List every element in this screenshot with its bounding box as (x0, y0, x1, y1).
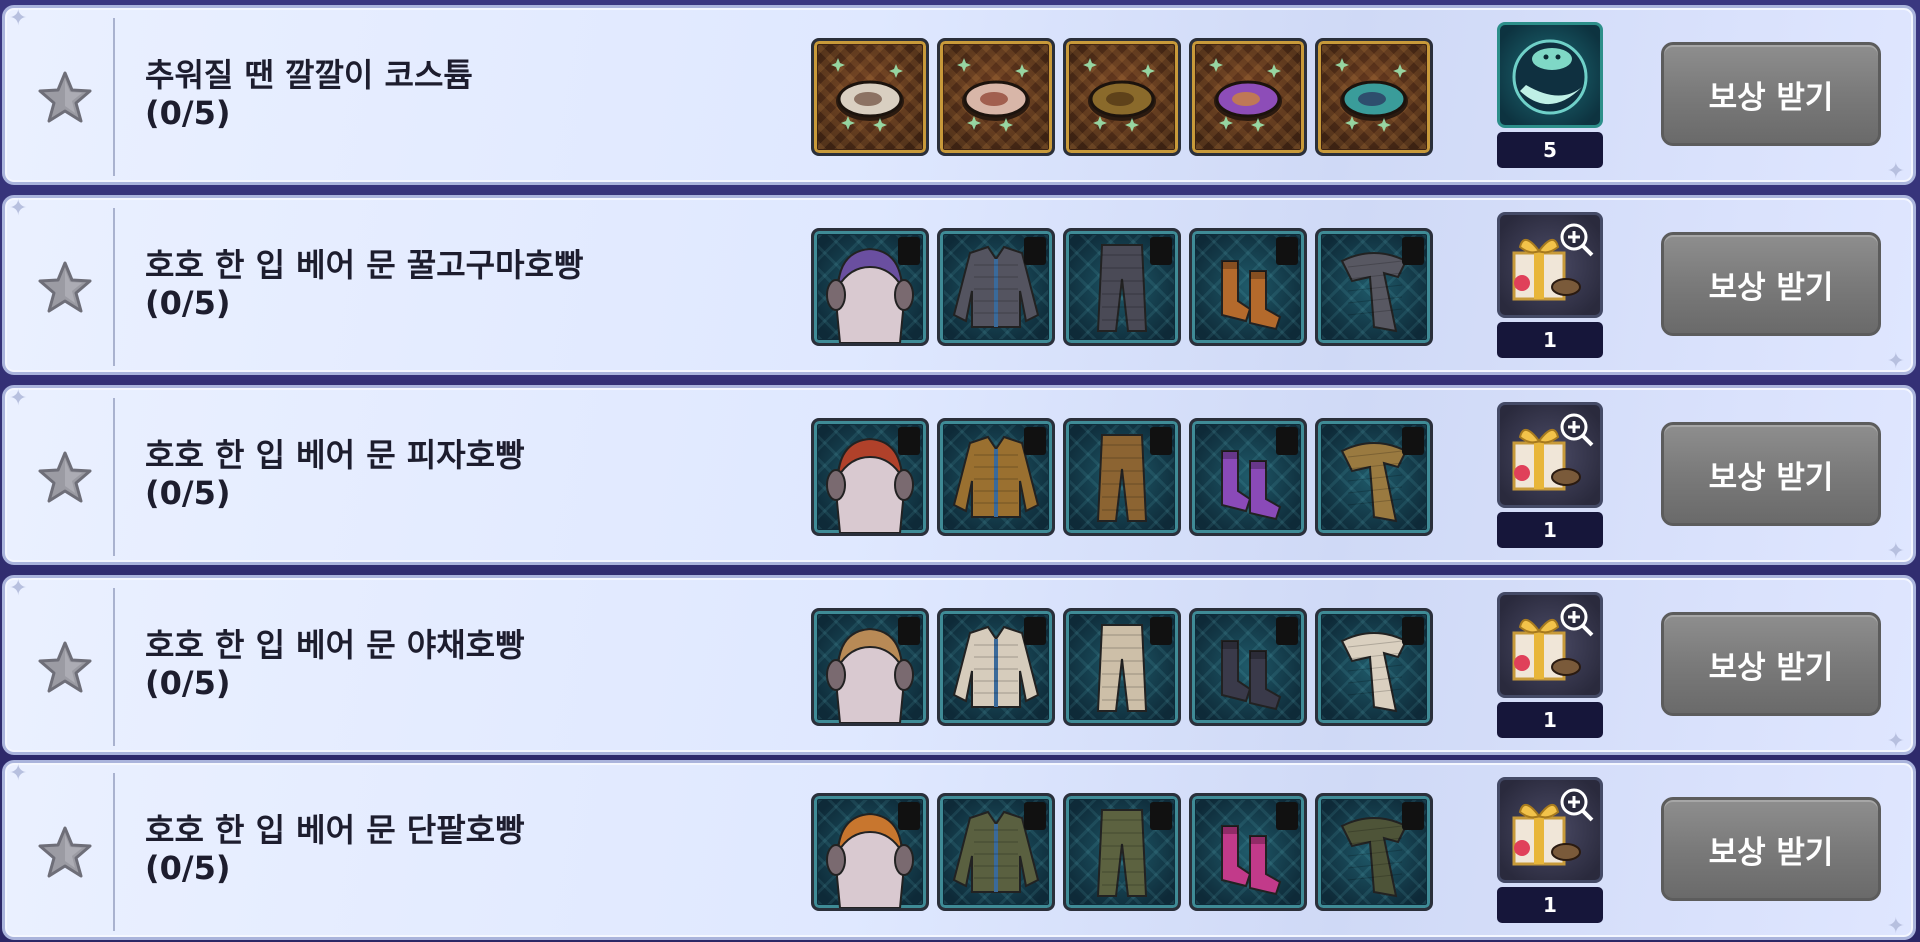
item-tag (1402, 617, 1424, 645)
divider (113, 588, 115, 746)
earmuff-hair-icon[interactable] (811, 228, 929, 346)
item-tag (1150, 802, 1172, 830)
item-tag (1276, 617, 1298, 645)
divider (113, 398, 115, 556)
progress-text: (0/5) (145, 94, 231, 132)
achievement-row: 호호 한 입 베어 문 야채호빵(0/5) 1 보상 받기 (2, 575, 1916, 755)
padded-jacket-icon[interactable] (937, 608, 1055, 726)
gift-box-zoom-icon[interactable] (1497, 402, 1603, 508)
item-tag (898, 802, 920, 830)
claim-reward-button[interactable]: 보상 받기 (1661, 232, 1881, 336)
divider (113, 773, 115, 931)
hobbang-sweet-potato-icon[interactable] (1063, 38, 1181, 156)
item-tag (1276, 802, 1298, 830)
item-tag (898, 427, 920, 455)
pet-cloud-creature-icon[interactable] (1497, 22, 1603, 128)
title-text: 호호 한 입 베어 문 야채호빵 (145, 626, 525, 664)
reward-count: 1 (1497, 512, 1603, 548)
item-tag (1402, 802, 1424, 830)
claim-reward-button[interactable]: 보상 받기 (1661, 422, 1881, 526)
achievement-title: 추워질 땐 깔깔이 코스튬(0/5) (145, 56, 473, 132)
socks-icon[interactable] (1189, 793, 1307, 911)
hobbang-red-bean-icon[interactable] (937, 38, 1055, 156)
quilted-scarf-icon[interactable] (1315, 418, 1433, 536)
progress-text: (0/5) (145, 284, 231, 322)
star-icon (35, 448, 95, 508)
reward-list: 추워질 땐 깔깔이 코스튬(0/5)5보상 받기호호 한 입 베어 문 꿀고구마… (0, 0, 1920, 942)
quilted-scarf-icon[interactable] (1315, 793, 1433, 911)
claim-reward-button[interactable]: 보상 받기 (1661, 42, 1881, 146)
reward-count: 5 (1497, 132, 1603, 168)
quilted-scarf-icon[interactable] (1315, 228, 1433, 346)
claim-reward-button[interactable]: 보상 받기 (1661, 797, 1881, 901)
reward-count: 1 (1497, 702, 1603, 738)
item-tag (898, 237, 920, 265)
item-tag (1024, 237, 1046, 265)
item-tag (1402, 237, 1424, 265)
socks-icon[interactable] (1189, 608, 1307, 726)
hobbang-plain-icon[interactable] (811, 38, 929, 156)
star-icon (35, 68, 95, 128)
item-tag (1150, 427, 1172, 455)
reward-count: 1 (1497, 322, 1603, 358)
progress-text: (0/5) (145, 849, 231, 887)
padded-jacket-icon[interactable] (937, 228, 1055, 346)
item-tag (1024, 802, 1046, 830)
earmuff-hair-icon[interactable] (811, 608, 929, 726)
divider (113, 208, 115, 366)
item-tag (1402, 427, 1424, 455)
item-tag (1024, 617, 1046, 645)
achievement-title: 호호 한 입 베어 문 꿀고구마호빵(0/5) (145, 246, 583, 322)
item-tag (1150, 237, 1172, 265)
achievement-row: 추워질 땐 깔깔이 코스튬(0/5) 5 보상 받기 (2, 5, 1916, 185)
star-icon (35, 258, 95, 318)
achievement-title: 호호 한 입 베어 문 피자호빵(0/5) (145, 436, 525, 512)
quilted-pants-icon[interactable] (1063, 608, 1181, 726)
progress-text: (0/5) (145, 664, 231, 702)
padded-jacket-icon[interactable] (937, 793, 1055, 911)
quilted-pants-icon[interactable] (1063, 793, 1181, 911)
socks-icon[interactable] (1189, 228, 1307, 346)
star-icon (35, 638, 95, 698)
reward-count: 1 (1497, 887, 1603, 923)
title-text: 추워질 땐 깔깔이 코스튬 (145, 56, 473, 94)
gift-box-zoom-icon[interactable] (1497, 212, 1603, 318)
hobbang-teal-icon[interactable] (1315, 38, 1433, 156)
star-icon (35, 823, 95, 883)
title-text: 호호 한 입 베어 문 꿀고구마호빵 (145, 246, 584, 284)
item-tag (898, 617, 920, 645)
divider (113, 18, 115, 176)
progress-text: (0/5) (145, 474, 231, 512)
hobbang-purple-icon[interactable] (1189, 38, 1307, 156)
title-text: 호호 한 입 베어 문 피자호빵 (145, 436, 525, 474)
quilted-pants-icon[interactable] (1063, 418, 1181, 536)
achievement-row: 호호 한 입 베어 문 피자호빵(0/5) 1 보상 받기 (2, 385, 1916, 565)
item-tag (1150, 617, 1172, 645)
earmuff-hair-icon[interactable] (811, 793, 929, 911)
title-text: 호호 한 입 베어 문 단팥호빵 (145, 811, 525, 849)
achievement-row: 호호 한 입 베어 문 단팥호빵(0/5) 1 보상 받기 (2, 760, 1916, 940)
item-tag (1024, 427, 1046, 455)
item-tag (1276, 237, 1298, 265)
achievement-row: 호호 한 입 베어 문 꿀고구마호빵(0/5) 1 보상 받기 (2, 195, 1916, 375)
gift-box-zoom-icon[interactable] (1497, 777, 1603, 883)
achievement-title: 호호 한 입 베어 문 단팥호빵(0/5) (145, 811, 525, 887)
quilted-scarf-icon[interactable] (1315, 608, 1433, 726)
padded-jacket-icon[interactable] (937, 418, 1055, 536)
quilted-pants-icon[interactable] (1063, 228, 1181, 346)
claim-reward-button[interactable]: 보상 받기 (1661, 612, 1881, 716)
socks-icon[interactable] (1189, 418, 1307, 536)
gift-box-zoom-icon[interactable] (1497, 592, 1603, 698)
achievement-title: 호호 한 입 베어 문 야채호빵(0/5) (145, 626, 525, 702)
item-tag (1276, 427, 1298, 455)
earmuff-hair-icon[interactable] (811, 418, 929, 536)
